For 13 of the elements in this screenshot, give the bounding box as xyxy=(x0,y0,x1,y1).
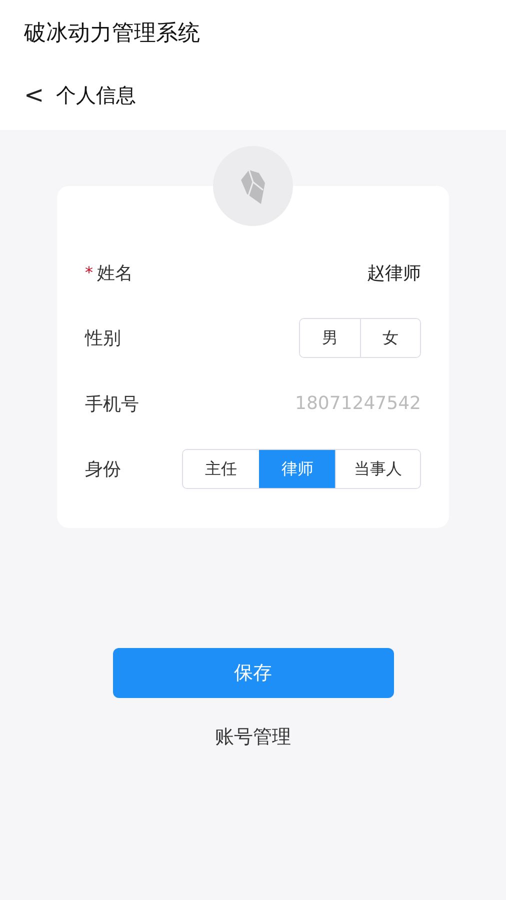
option-button[interactable]: 女 xyxy=(360,319,420,358)
field-label: 身份 xyxy=(85,458,121,482)
field-label: 手机号 xyxy=(85,392,139,416)
required-mark: * xyxy=(85,263,93,282)
page-title: 个人信息 xyxy=(56,82,136,109)
option-button[interactable]: 当事人 xyxy=(335,450,420,488)
field-value[interactable]: 赵律师 xyxy=(367,260,421,285)
field-label: 姓名 xyxy=(97,262,133,285)
account-link[interactable]: 账号管理 xyxy=(215,724,291,750)
back-button[interactable]: < xyxy=(24,80,44,110)
app-title: 破冰动力管理系统 xyxy=(24,20,200,48)
field-label: 性别 xyxy=(85,327,121,350)
field-value: 18071247542 xyxy=(295,393,421,414)
